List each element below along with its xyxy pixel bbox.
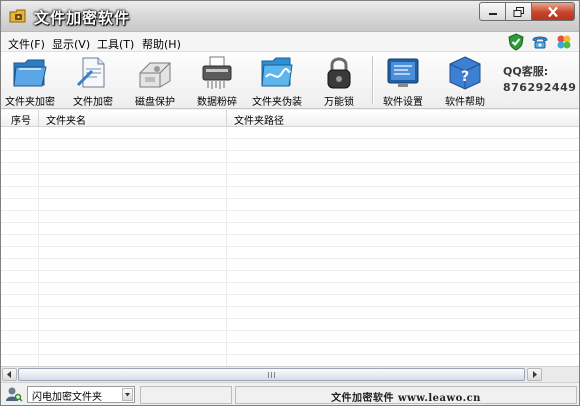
- column-divider[interactable]: [226, 110, 227, 127]
- qq-support-label: QQ客服:: [503, 65, 549, 78]
- data-shred-button[interactable]: 数据粉碎: [190, 53, 244, 108]
- dropdown-button[interactable]: [122, 388, 133, 401]
- svg-text:?: ?: [461, 69, 469, 85]
- clover-icon[interactable]: [555, 33, 573, 51]
- user-key-icon: [5, 385, 23, 403]
- column-divider[interactable]: [38, 110, 39, 127]
- window-title: 文件加密软件: [34, 9, 131, 27]
- shredder-icon: [198, 55, 236, 91]
- footer-panel: 文件加密软件 www.leawo.cn: [235, 386, 577, 404]
- app-window: 文件加密软件 文件(F) 显示(V) 工具(T) 帮助(H) 文件夹加密 文件加…: [0, 0, 580, 406]
- list-header: 序号 文件夹名 文件夹路径: [1, 110, 579, 127]
- scroll-right-button[interactable]: [527, 368, 542, 381]
- folder-list[interactable]: 序号 文件夹名 文件夹路径: [1, 110, 579, 366]
- software-settings-label: 软件设置: [383, 97, 423, 108]
- shield-check-icon[interactable]: [507, 33, 525, 51]
- status-bar: 闪电加密文件夹 文件加密软件 www.leawo.cn: [1, 382, 579, 405]
- column-header-index[interactable]: 序号: [11, 112, 31, 127]
- column-gridline: [38, 127, 39, 366]
- footer-text: 文件加密软件 www.leawo.cn: [331, 393, 481, 404]
- restore-button[interactable]: [505, 2, 531, 21]
- qq-support-number: 876292449: [503, 81, 577, 94]
- phone-icon[interactable]: [531, 33, 549, 51]
- file-encrypt-label: 文件加密: [73, 97, 113, 108]
- chevron-right-icon: [533, 371, 537, 378]
- data-shred-label: 数据粉碎: [197, 97, 237, 108]
- chevron-left-icon: [7, 371, 11, 378]
- column-gridline: [226, 127, 227, 366]
- menu-help[interactable]: 帮助(H): [142, 36, 181, 52]
- app-folder-icon: [9, 8, 27, 24]
- help-cube-icon: ?: [446, 55, 484, 91]
- padlock-icon: [320, 55, 358, 91]
- menu-bar: 文件(F) 显示(V) 工具(T) 帮助(H): [1, 32, 579, 52]
- column-header-folder-path[interactable]: 文件夹路径: [234, 112, 284, 127]
- disk-protect-icon: [136, 55, 174, 91]
- folder-lock-icon: [11, 55, 49, 91]
- disk-protect-label: 磁盘保护: [135, 97, 175, 108]
- software-help-label: 软件帮助: [445, 97, 485, 108]
- toolbar: 文件夹加密 文件加密 磁盘保护 数据粉碎 文件夹伪装 万能锁 软件设置 ? 软件…: [1, 52, 579, 109]
- minimize-button[interactable]: [479, 2, 505, 21]
- menu-view[interactable]: 显示(V): [52, 36, 90, 52]
- master-lock-button[interactable]: 万能锁: [312, 53, 366, 108]
- software-settings-button[interactable]: 软件设置: [376, 53, 430, 108]
- encrypt-type-select[interactable]: 闪电加密文件夹: [27, 386, 135, 403]
- status-panel: [140, 386, 232, 404]
- folder-encrypt-button[interactable]: 文件夹加密: [3, 53, 57, 108]
- scrollbar-grip: [267, 372, 276, 378]
- folder-encrypt-label: 文件夹加密: [5, 97, 55, 108]
- horizontal-scrollbar[interactable]: [1, 366, 579, 382]
- software-help-button[interactable]: ? 软件帮助: [438, 53, 492, 108]
- file-lock-icon: [74, 55, 112, 91]
- encrypt-type-value: 闪电加密文件夹: [32, 392, 102, 403]
- folder-disguise-label: 文件夹伪装: [252, 97, 302, 108]
- chevron-down-icon: [125, 393, 130, 397]
- toolbar-separator: [372, 56, 374, 104]
- close-button[interactable]: [531, 2, 575, 21]
- title-bar[interactable]: 文件加密软件: [1, 1, 579, 32]
- menu-tools[interactable]: 工具(T): [97, 36, 134, 52]
- menu-file[interactable]: 文件(F): [8, 36, 45, 52]
- scrollbar-thumb[interactable]: [18, 368, 525, 381]
- folder-disguise-icon: [258, 55, 296, 91]
- restore-icon: [513, 6, 524, 17]
- settings-screen-icon: [384, 55, 422, 91]
- master-lock-label: 万能锁: [324, 97, 354, 108]
- folder-disguise-button[interactable]: 文件夹伪装: [249, 53, 305, 108]
- scroll-left-button[interactable]: [2, 368, 17, 381]
- column-header-folder-name[interactable]: 文件夹名: [46, 112, 86, 127]
- close-icon: [548, 6, 558, 17]
- disk-protect-button[interactable]: 磁盘保护: [128, 53, 182, 108]
- list-rows[interactable]: [1, 127, 579, 366]
- file-encrypt-button[interactable]: 文件加密: [66, 53, 120, 108]
- minimize-icon: [488, 12, 497, 15]
